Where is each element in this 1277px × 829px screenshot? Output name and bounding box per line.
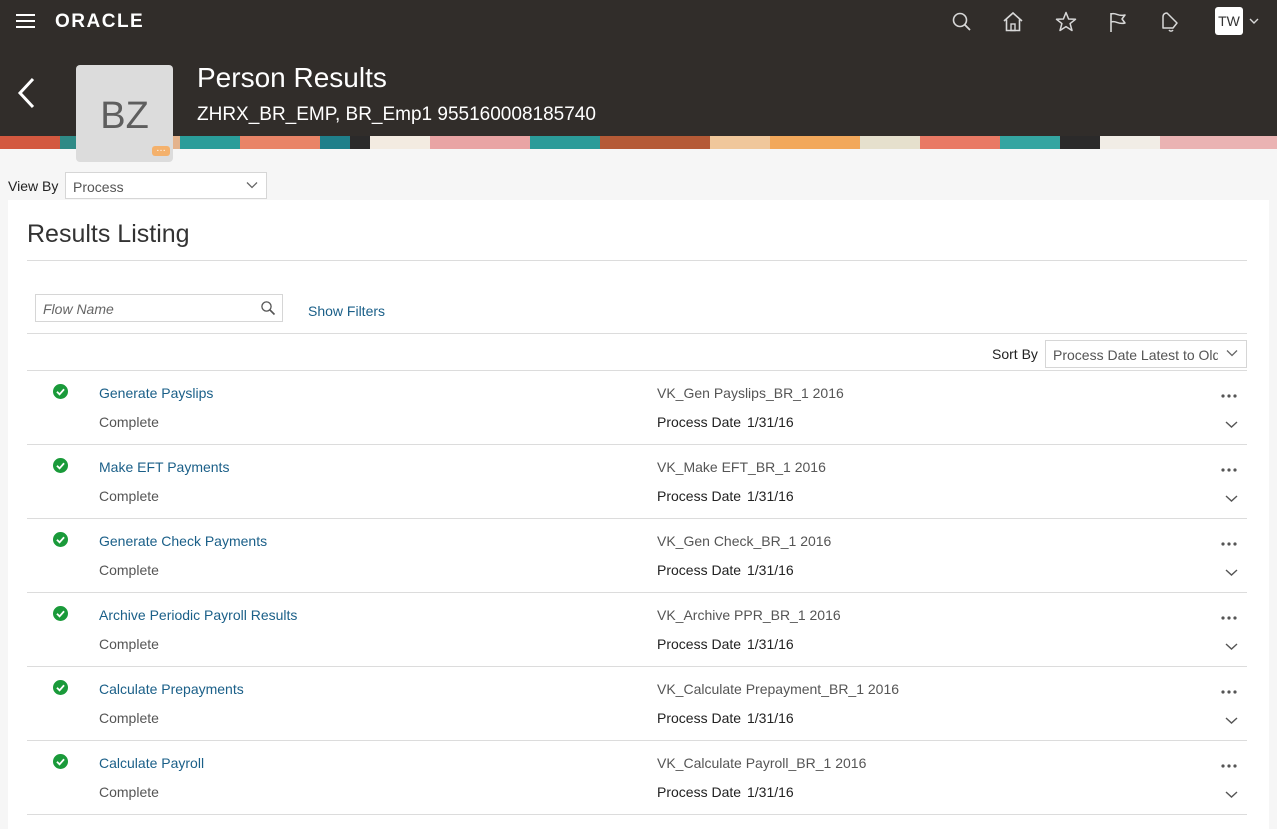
sort-by-select[interactable]: Process Date Latest to Oldest: [1045, 340, 1247, 368]
flow-instance-name: VK_Archive PPR_BR_1 2016: [657, 607, 841, 623]
flow-instance-name: VK_Make EFT_BR_1 2016: [657, 459, 826, 475]
result-row: Make EFT Payments Complete VK_Make EFT_B…: [27, 444, 1247, 518]
flow-name-link[interactable]: Archive Periodic Payroll Results: [99, 607, 297, 623]
expand-chevron-icon[interactable]: [1225, 790, 1238, 799]
flow-status: Complete: [99, 710, 159, 726]
chevron-down-icon: [1249, 18, 1259, 24]
page-title: Person Results: [197, 62, 387, 93]
oracle-logo[interactable]: ORACLE: [55, 11, 144, 33]
process-date-value: 1/31/16: [747, 562, 794, 578]
flow-status: Complete: [99, 636, 159, 652]
process-date-value: 1/31/16: [747, 710, 794, 726]
flow-instance-name: VK_Gen Check_BR_1 2016: [657, 533, 832, 549]
page-header-banner: Person Results ZHRX_BR_EMP, BR_Emp1 9551…: [0, 44, 1277, 149]
results-list: Generate Payslips Complete VK_Gen Paysli…: [27, 370, 1247, 815]
expand-chevron-icon[interactable]: [1225, 494, 1238, 503]
process-date-label: Process Date: [657, 488, 742, 504]
complete-check-icon: [53, 384, 68, 399]
flow-status: Complete: [99, 784, 159, 800]
chevron-down-icon: [1226, 350, 1238, 357]
view-by-label: View By: [8, 178, 59, 194]
navigator-menu-icon[interactable]: [16, 14, 35, 30]
more-actions-icon[interactable]: [1220, 763, 1238, 769]
process-date-label: Process Date: [657, 710, 742, 726]
view-by-select[interactable]: Process: [65, 172, 267, 199]
global-header: ORACLE TW: [0, 0, 1277, 44]
complete-check-icon: [53, 458, 68, 473]
expand-chevron-icon[interactable]: [1225, 716, 1238, 725]
more-actions-icon[interactable]: [1220, 615, 1238, 621]
flow-name-link[interactable]: Generate Check Payments: [99, 533, 267, 549]
flow-name-search[interactable]: [35, 294, 283, 322]
favorites-star-icon[interactable]: [1054, 10, 1078, 34]
flow-status: Complete: [99, 562, 159, 578]
list-bottom-divider: [27, 814, 1247, 815]
result-row: Calculate Payroll Complete VK_Calculate …: [27, 740, 1247, 814]
process-date-label: Process Date: [657, 636, 742, 652]
decorative-pattern-strip: [0, 136, 1277, 149]
process-date-label: Process Date: [657, 784, 742, 800]
expand-chevron-icon[interactable]: [1225, 642, 1238, 651]
expand-chevron-icon[interactable]: [1225, 420, 1238, 429]
process-date-value: 1/31/16: [747, 636, 794, 652]
sort-by-value: Process Date Latest to Oldest: [1053, 347, 1218, 363]
search-icon[interactable]: [950, 10, 974, 34]
more-actions-icon[interactable]: [1220, 393, 1238, 399]
expand-chevron-icon[interactable]: [1225, 568, 1238, 577]
more-actions-icon[interactable]: [1220, 467, 1238, 473]
flow-name-link[interactable]: Make EFT Payments: [99, 459, 229, 475]
process-date-label: Process Date: [657, 562, 742, 578]
search-icon[interactable]: [260, 300, 276, 316]
sort-by-label: Sort By: [992, 346, 1038, 362]
home-icon[interactable]: [1001, 10, 1025, 34]
result-row: Generate Check Payments Complete VK_Gen …: [27, 518, 1247, 592]
complete-check-icon: [53, 754, 68, 769]
flow-status: Complete: [99, 414, 159, 430]
flow-name-link[interactable]: Generate Payslips: [99, 385, 213, 401]
toolbar-divider: [27, 333, 1247, 334]
results-panel: Results Listing Show Filters Sort By Pro…: [8, 200, 1269, 829]
watchlist-flag-icon[interactable]: [1106, 10, 1130, 34]
complete-check-icon: [53, 680, 68, 695]
user-menu[interactable]: TW: [1215, 7, 1259, 37]
process-date-label: Process Date: [657, 414, 742, 430]
flow-instance-name: VK_Calculate Prepayment_BR_1 2016: [657, 681, 900, 697]
flow-status: Complete: [99, 488, 159, 504]
avatar-more-icon[interactable]: …: [152, 144, 170, 156]
result-row: Generate Payslips Complete VK_Gen Paysli…: [27, 370, 1247, 444]
result-row: Archive Periodic Payroll Results Complet…: [27, 592, 1247, 666]
complete-check-icon: [53, 606, 68, 621]
show-filters-link[interactable]: Show Filters: [308, 303, 385, 319]
section-title: Results Listing: [27, 220, 190, 248]
flow-instance-name: VK_Gen Payslips_BR_1 2016: [657, 385, 844, 401]
back-arrow-icon[interactable]: [16, 76, 38, 110]
notifications-bell-icon[interactable]: [1158, 10, 1182, 34]
more-actions-icon[interactable]: [1220, 541, 1238, 547]
title-divider: [27, 260, 1247, 261]
flow-name-link[interactable]: Calculate Prepayments: [99, 681, 244, 697]
user-avatar[interactable]: TW: [1215, 7, 1243, 35]
flow-instance-name: VK_Calculate Payroll_BR_1 2016: [657, 755, 867, 771]
result-row: Calculate Prepayments Complete VK_Calcul…: [27, 666, 1247, 740]
more-actions-icon[interactable]: [1220, 689, 1238, 695]
process-date-value: 1/31/16: [747, 784, 794, 800]
chevron-down-icon: [246, 182, 258, 189]
view-by-value: Process: [73, 179, 124, 195]
process-date-value: 1/31/16: [747, 414, 794, 430]
person-subtitle: ZHRX_BR_EMP, BR_Emp1 955160008185740: [197, 104, 596, 125]
process-date-value: 1/31/16: [747, 488, 794, 504]
complete-check-icon: [53, 532, 68, 547]
search-input[interactable]: [41, 296, 260, 322]
flow-name-link[interactable]: Calculate Payroll: [99, 755, 204, 771]
